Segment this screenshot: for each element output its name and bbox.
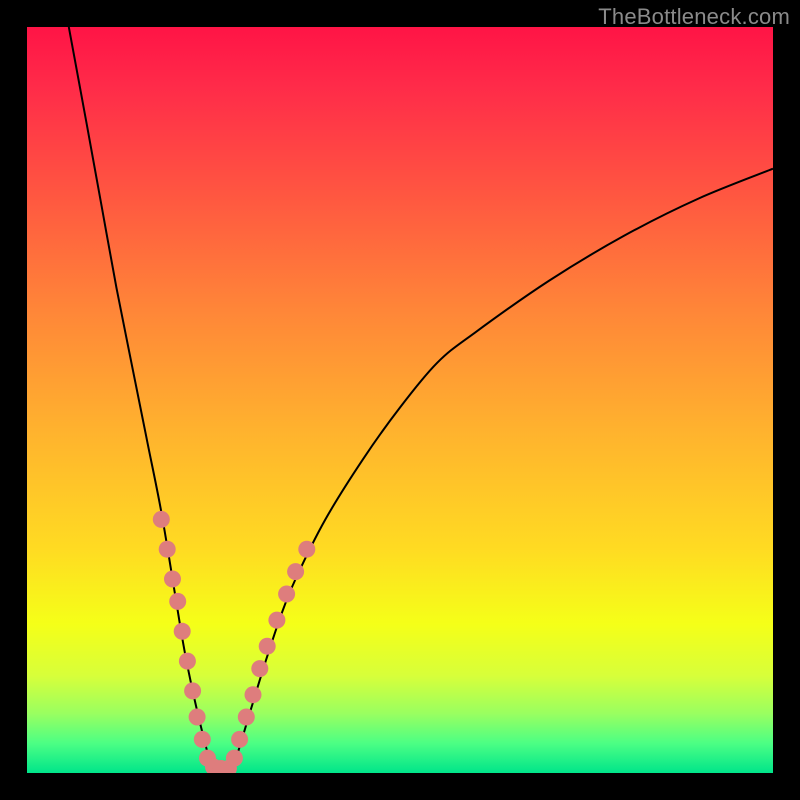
data-point (231, 731, 248, 748)
chart-frame: TheBottleneck.com (0, 0, 800, 800)
data-point (268, 612, 285, 629)
data-point (251, 660, 268, 677)
data-point (179, 653, 196, 670)
watermark-text: TheBottleneck.com (598, 4, 790, 30)
data-point (174, 623, 191, 640)
data-point (184, 682, 201, 699)
data-point (226, 750, 243, 767)
data-point (159, 541, 176, 558)
data-point (287, 563, 304, 580)
data-point (238, 709, 255, 726)
data-point (189, 709, 206, 726)
data-points-group (153, 511, 315, 773)
data-point (259, 638, 276, 655)
data-point (153, 511, 170, 528)
chart-plot-area (27, 27, 773, 773)
data-point (245, 686, 262, 703)
bottleneck-curve-right (232, 169, 773, 770)
data-point (194, 731, 211, 748)
data-point (278, 586, 295, 603)
data-point (169, 593, 186, 610)
bottleneck-chart-svg (27, 27, 773, 773)
data-point (164, 571, 181, 588)
data-point (298, 541, 315, 558)
